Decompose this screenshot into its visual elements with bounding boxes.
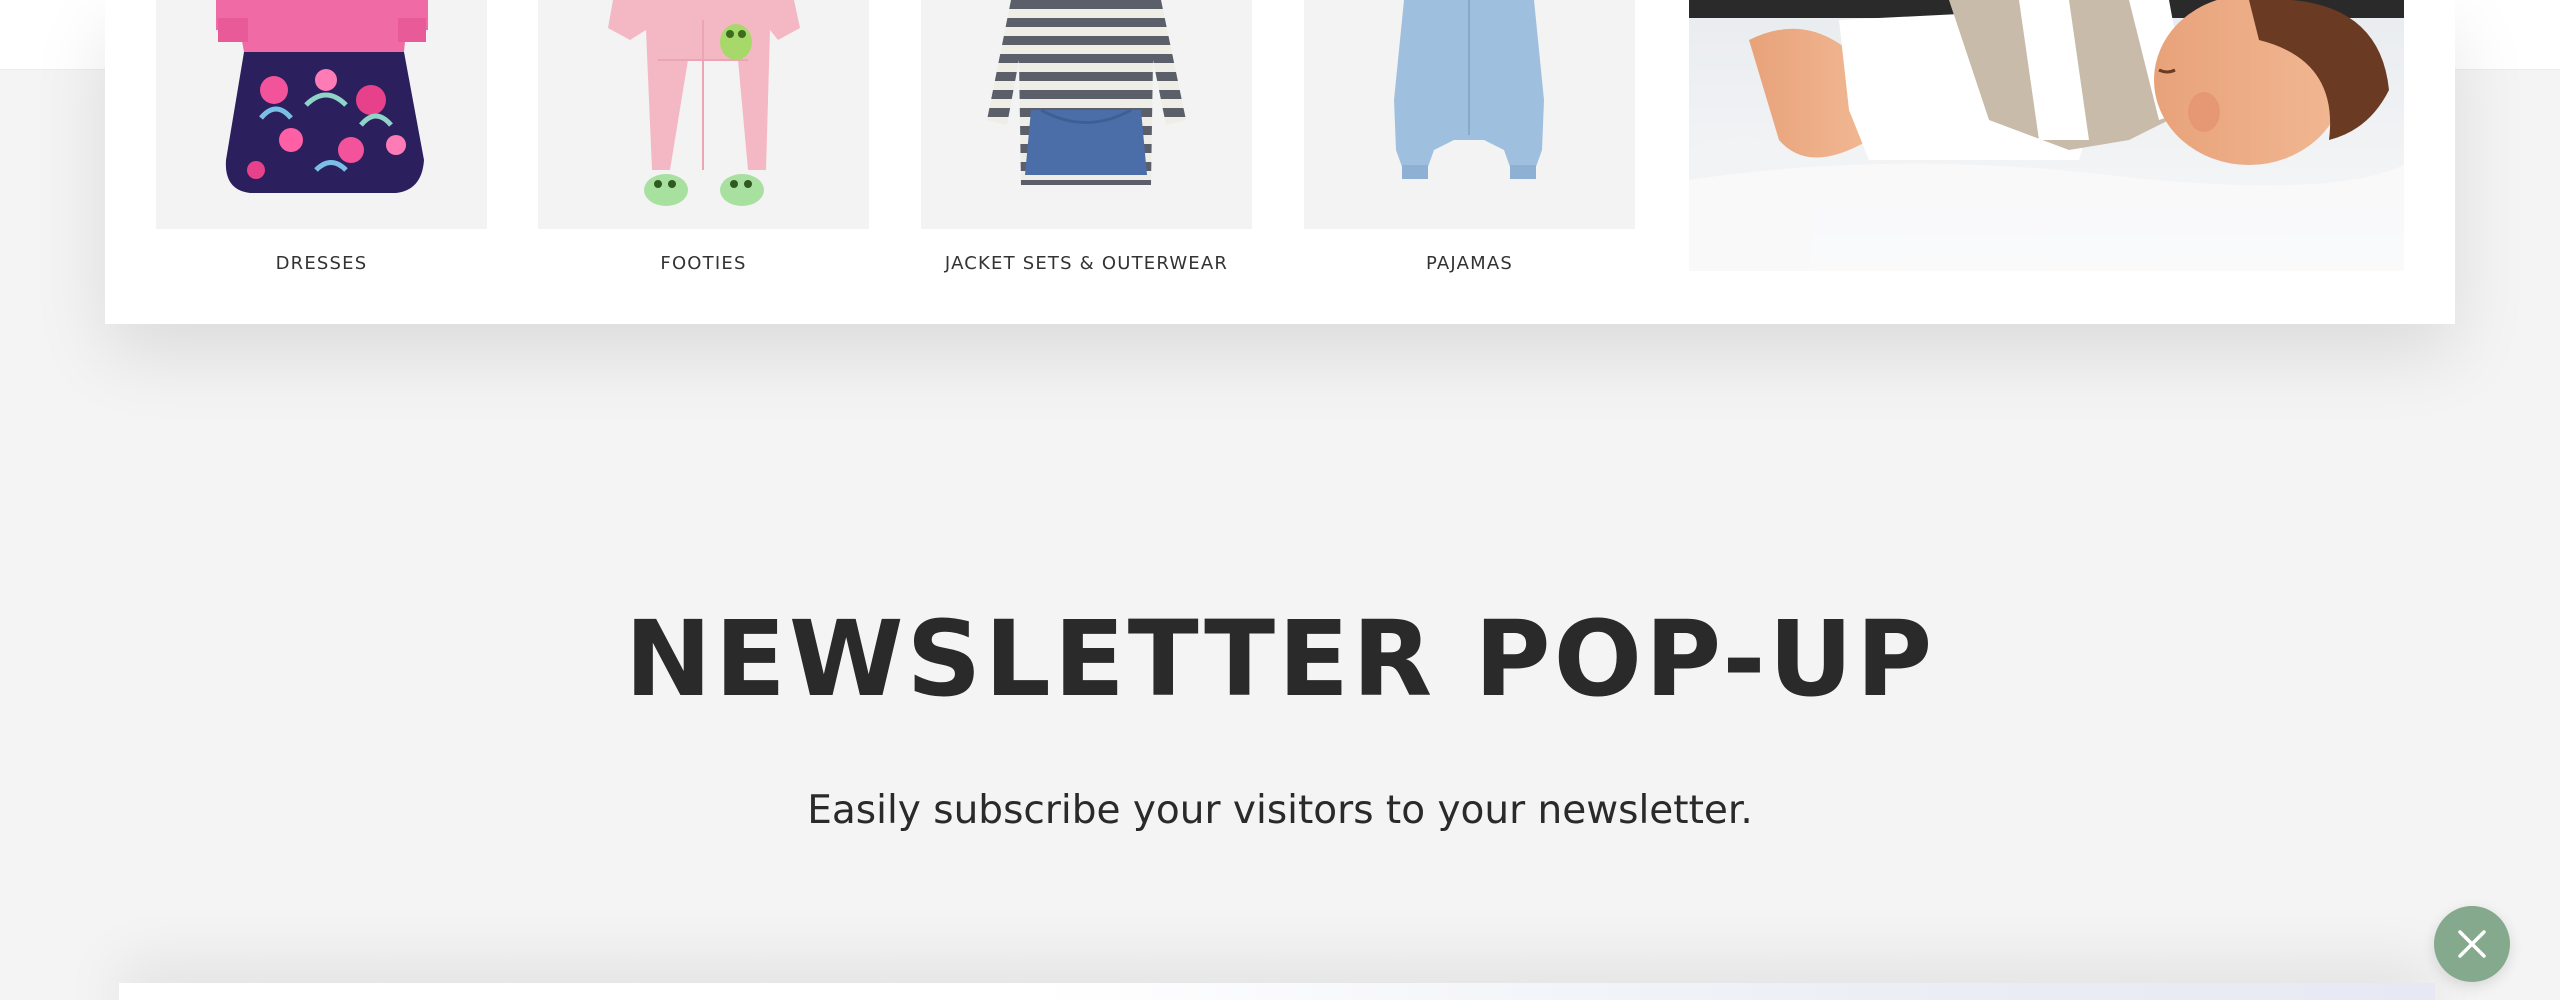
- baby-photo: [1689, 0, 2404, 271]
- footie-icon: [608, 0, 800, 206]
- dress-icon: [216, 0, 428, 193]
- category-label[interactable]: JACKET SETS & OUTERWEAR: [921, 253, 1252, 274]
- section-title: NEWSLETTER POP-UP: [624, 598, 1936, 720]
- category-footies[interactable]: FOOTIES: [538, 0, 869, 274]
- page: DRESSES FOOTIES JACKET SETS & OUTERWEAR …: [0, 0, 2560, 1000]
- category-label[interactable]: FOOTIES: [538, 253, 869, 274]
- sleepsack-image[interactable]: [1304, 0, 1635, 229]
- footie-image[interactable]: [538, 0, 869, 229]
- category-label[interactable]: PAJAMAS: [1304, 253, 1635, 274]
- close-button[interactable]: [2434, 906, 2510, 982]
- category-dresses[interactable]: DRESSES: [156, 0, 487, 274]
- section-subtitle: Easily subscribe your visitors to your n…: [807, 788, 1753, 833]
- close-icon: [2458, 930, 2486, 958]
- dress-image[interactable]: [156, 0, 487, 229]
- category-pajamas[interactable]: PAJAMAS: [1304, 0, 1635, 274]
- hoodie-icon: [987, 0, 1186, 185]
- product-category-card: DRESSES FOOTIES JACKET SETS & OUTERWEAR …: [105, 0, 2455, 324]
- hoodie-image[interactable]: [921, 0, 1252, 229]
- sleepsack-icon: [1394, 0, 1544, 179]
- newsletter-preview-panel: [119, 983, 2435, 1000]
- category-label[interactable]: DRESSES: [156, 253, 487, 274]
- panel-tint: [1035, 983, 2435, 1000]
- category-jacket-sets[interactable]: JACKET SETS & OUTERWEAR: [921, 0, 1252, 274]
